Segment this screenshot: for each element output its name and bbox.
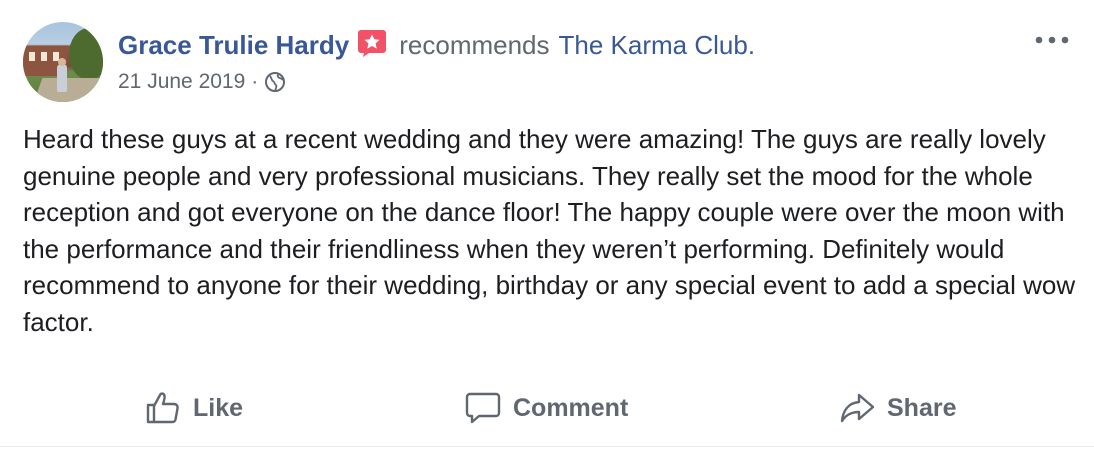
meta-separator: · (251, 70, 259, 93)
page-name-link[interactable]: The Karma Club. (559, 30, 756, 61)
avatar[interactable] (23, 22, 103, 102)
recommends-text: recommends (399, 29, 550, 60)
share-arrow-icon (840, 393, 875, 423)
more-options-icon[interactable] (1030, 30, 1074, 50)
avatar-person (57, 64, 67, 92)
avatar-window (41, 52, 47, 61)
comment-button[interactable]: Comment (465, 380, 628, 436)
recommendation-post: Grace Trulie Hardy recommends The Karma … (0, 0, 1094, 458)
thumbs-up-icon (146, 392, 179, 424)
post-date[interactable]: 21 June 2019 (118, 70, 245, 94)
avatar-path (31, 78, 103, 102)
comment-icon (465, 392, 501, 424)
author-name[interactable]: Grace Trulie Hardy (118, 30, 349, 61)
comment-label: Comment (513, 393, 629, 422)
globe-icon[interactable] (264, 71, 286, 93)
like-button[interactable]: Like (145, 380, 243, 436)
share-label: Share (887, 393, 957, 422)
post-meta: 21 June 2019 · (118, 68, 286, 96)
avatar-tree (69, 28, 103, 80)
star-badge-icon (357, 28, 387, 58)
avatar-window (29, 52, 35, 61)
post-header: Grace Trulie Hardy recommends The Karma … (118, 29, 755, 61)
like-label: Like (193, 393, 244, 422)
avatar-head (58, 58, 66, 66)
bottom-divider (0, 446, 1094, 447)
post-body: Heard these guys at a recent wedding and… (23, 124, 1076, 337)
share-button[interactable]: Share (839, 380, 956, 436)
action-bar: Like Comment Share (0, 380, 1094, 436)
